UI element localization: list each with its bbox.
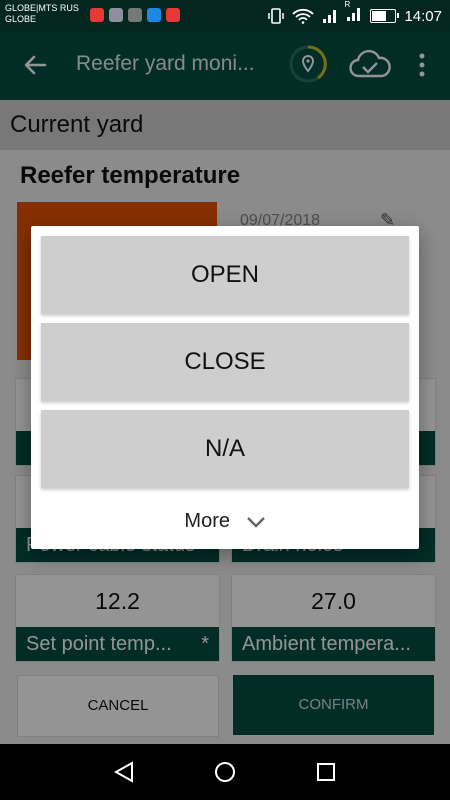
chevron-down-icon — [246, 516, 265, 528]
roaming-indicator: R — [344, 0, 351, 9]
carrier-line-2: GLOBE — [5, 14, 37, 24]
signal-icon-1 — [323, 10, 337, 23]
gallery-app-icon — [128, 8, 142, 22]
clock: 14:07 — [404, 7, 442, 25]
battery-icon — [370, 9, 400, 23]
carrier-line-1: GLOBE|MTS RUS — [5, 3, 79, 13]
chat-app-icon — [109, 8, 123, 22]
home-nav-icon[interactable] — [213, 760, 237, 784]
more-button[interactable]: More — [31, 510, 419, 533]
more-label: More — [184, 510, 230, 532]
navigation-bar — [0, 744, 450, 800]
carrier-info: GLOBE|MTS RUS GLOBE — [5, 3, 79, 25]
back-nav-icon[interactable] — [112, 760, 136, 784]
mail-app-icon — [90, 8, 104, 22]
system-icons: R 14:07 — [268, 0, 442, 26]
option-open[interactable]: OPEN — [41, 236, 409, 314]
vibrate-icon — [268, 8, 285, 24]
recents-nav-icon[interactable] — [314, 760, 338, 784]
wifi-icon — [292, 8, 315, 24]
option-close[interactable]: CLOSE — [41, 323, 409, 401]
messenger-app-icon — [147, 8, 161, 22]
status-bar: GLOBE|MTS RUS GLOBE R 14:07 — [0, 0, 450, 32]
notification-icons — [90, 8, 180, 22]
options-dialog: OPEN CLOSE N/A More — [31, 226, 419, 549]
calendar-app-icon — [166, 8, 180, 22]
option-na[interactable]: N/A — [41, 410, 409, 488]
